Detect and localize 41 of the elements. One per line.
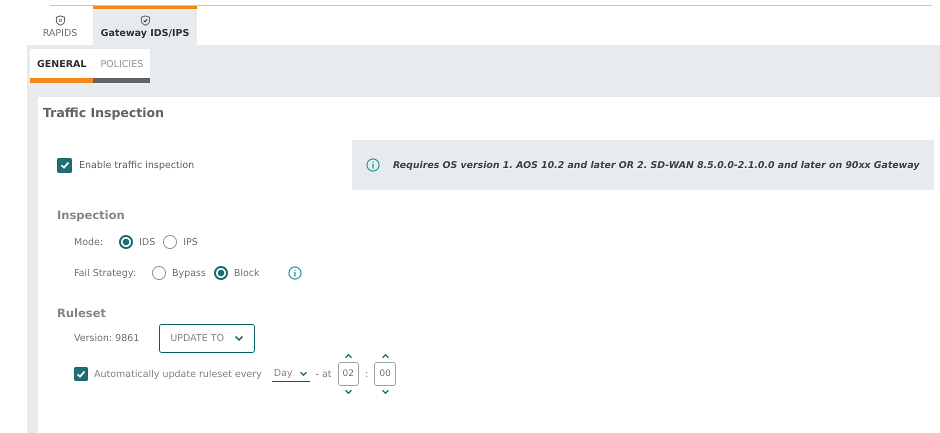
radio-button[interactable] xyxy=(214,266,228,280)
top-tab[interactable]: RAPIDS xyxy=(27,6,93,45)
section-heading: Inspection xyxy=(57,208,126,222)
chevron-up-icon[interactable] xyxy=(344,353,353,359)
note-text: Requires OS version 1. AOS 10.2 and later OR 2. SD-WAN 8.5.0.0-2.1.0.0 and later on 90xx Gateway xyxy=(393,160,920,170)
radio-button[interactable] xyxy=(163,235,178,249)
top-tab[interactable]: Gateway IDS/IPS xyxy=(93,6,197,45)
hour-field[interactable]: 02 xyxy=(338,362,359,386)
shield-icon xyxy=(54,15,66,26)
info-icon xyxy=(366,158,380,172)
frequency-select[interactable]: Day xyxy=(272,366,310,382)
radio-button[interactable] xyxy=(119,235,134,249)
version-text: Version: 9861 xyxy=(74,333,140,344)
minute-field[interactable]: 00 xyxy=(374,362,396,386)
shield-icon xyxy=(140,15,150,26)
sub-tab[interactable]: POLICIES xyxy=(93,49,150,83)
chevron-down-icon[interactable] xyxy=(380,389,390,395)
checkbox-label: Automatically update ruleset every xyxy=(94,368,262,380)
chevron-down-icon xyxy=(234,335,244,342)
time-separator: : xyxy=(364,368,368,380)
radio-label: Block xyxy=(234,268,260,278)
check-icon xyxy=(75,368,87,380)
field-label: Fail Strategy: xyxy=(74,268,136,278)
section-heading: Ruleset xyxy=(57,306,107,320)
update-dropdown[interactable]: UPDATE TO xyxy=(159,324,256,353)
radio-label: IDS xyxy=(139,236,156,248)
chevron-down-icon xyxy=(298,370,308,376)
chevron-up-icon[interactable] xyxy=(380,353,390,359)
info-icon[interactable] xyxy=(288,266,302,280)
sub-tab[interactable]: GENERAL xyxy=(30,49,94,83)
checkbox[interactable] xyxy=(74,367,88,381)
check-icon xyxy=(58,159,70,171)
radio-button[interactable] xyxy=(152,266,166,280)
checkbox-label: Enable traffic inspection xyxy=(79,160,194,170)
radio-label: Bypass xyxy=(172,268,206,278)
at-label: - at xyxy=(316,368,332,380)
panel-title: Traffic Inspection xyxy=(43,105,166,120)
field-label: Mode: xyxy=(74,236,104,248)
chevron-down-icon[interactable] xyxy=(344,389,353,395)
radio-label: IPS xyxy=(183,236,198,248)
checkbox[interactable] xyxy=(57,158,72,172)
